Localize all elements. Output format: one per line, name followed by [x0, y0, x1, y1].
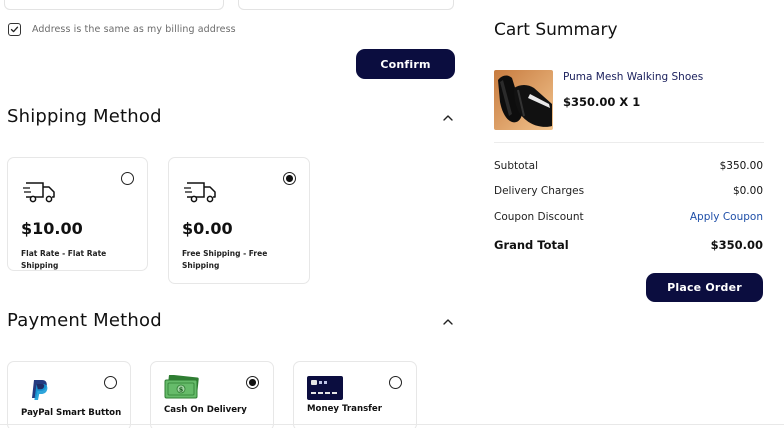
- cart-summary-title: Cart Summary: [494, 20, 618, 40]
- product-image: [494, 70, 553, 130]
- product-price-qty: $350.00 X 1: [563, 95, 641, 109]
- payment-method-title: Payment Method: [7, 310, 162, 331]
- shipping-method-title: Shipping Method: [7, 106, 162, 127]
- same-address-label: Address is the same as my billing addres…: [32, 24, 236, 35]
- shipping-description: Free Shipping - Free Shipping: [182, 249, 268, 270]
- payment-radio-money-transfer[interactable]: [389, 376, 402, 389]
- chevron-up-icon[interactable]: [442, 318, 454, 326]
- coupon-discount-label: Coupon Discount: [494, 211, 584, 223]
- truck-icon: [184, 182, 216, 203]
- shipping-option-flat-rate[interactable]: $10.00 Flat Rate - Flat Rate Shipping: [7, 157, 148, 271]
- shipping-radio-flat-rate[interactable]: [121, 172, 134, 185]
- payment-option-cash[interactable]: $ Cash On Delivery: [150, 361, 274, 428]
- subtotal-label: Subtotal: [494, 160, 538, 172]
- grand-total-value: $350.00: [710, 238, 763, 252]
- paypal-icon: [32, 380, 48, 400]
- cash-icon: $: [164, 375, 199, 399]
- address-field-right[interactable]: [238, 0, 454, 10]
- payment-radio-cash[interactable]: [246, 376, 259, 389]
- apply-coupon-link[interactable]: Apply Coupon: [690, 211, 763, 223]
- shipping-option-free[interactable]: $0.00 Free Shipping - Free Shipping: [168, 157, 310, 284]
- shipping-price: $10.00: [21, 219, 83, 238]
- same-address-row[interactable]: Address is the same as my billing addres…: [8, 23, 236, 36]
- subtotal-value: $350.00: [719, 160, 763, 172]
- same-address-checkbox[interactable]: [8, 23, 21, 36]
- shipping-price: $0.00: [182, 219, 233, 238]
- delivery-charges-value: $0.00: [732, 185, 763, 197]
- payment-label: PayPal Smart Button: [21, 408, 122, 418]
- shipping-radio-free[interactable]: [283, 172, 296, 185]
- summary-divider: [494, 142, 764, 143]
- payment-label: Money Transfer: [307, 404, 382, 414]
- address-field-left[interactable]: [4, 0, 224, 10]
- place-order-button[interactable]: Place Order: [646, 273, 763, 302]
- page-bottom-divider: [0, 424, 784, 425]
- checkmark-icon: [10, 26, 19, 33]
- grand-total-label: Grand Total: [494, 238, 569, 252]
- truck-icon: [23, 182, 55, 203]
- chevron-up-icon[interactable]: [442, 114, 454, 122]
- payment-option-money-transfer[interactable]: Money Transfer: [293, 361, 417, 428]
- product-name[interactable]: Puma Mesh Walking Shoes: [563, 71, 703, 83]
- svg-text:$: $: [179, 386, 184, 394]
- payment-radio-paypal[interactable]: [104, 376, 117, 389]
- payment-option-paypal[interactable]: PayPal Smart Button: [7, 361, 131, 428]
- shipping-description: Flat Rate - Flat Rate Shipping: [21, 249, 107, 270]
- confirm-button[interactable]: Confirm: [356, 49, 455, 79]
- payment-label: Cash On Delivery: [164, 405, 247, 415]
- bank-card-icon: [307, 376, 343, 400]
- delivery-charges-label: Delivery Charges: [494, 185, 585, 197]
